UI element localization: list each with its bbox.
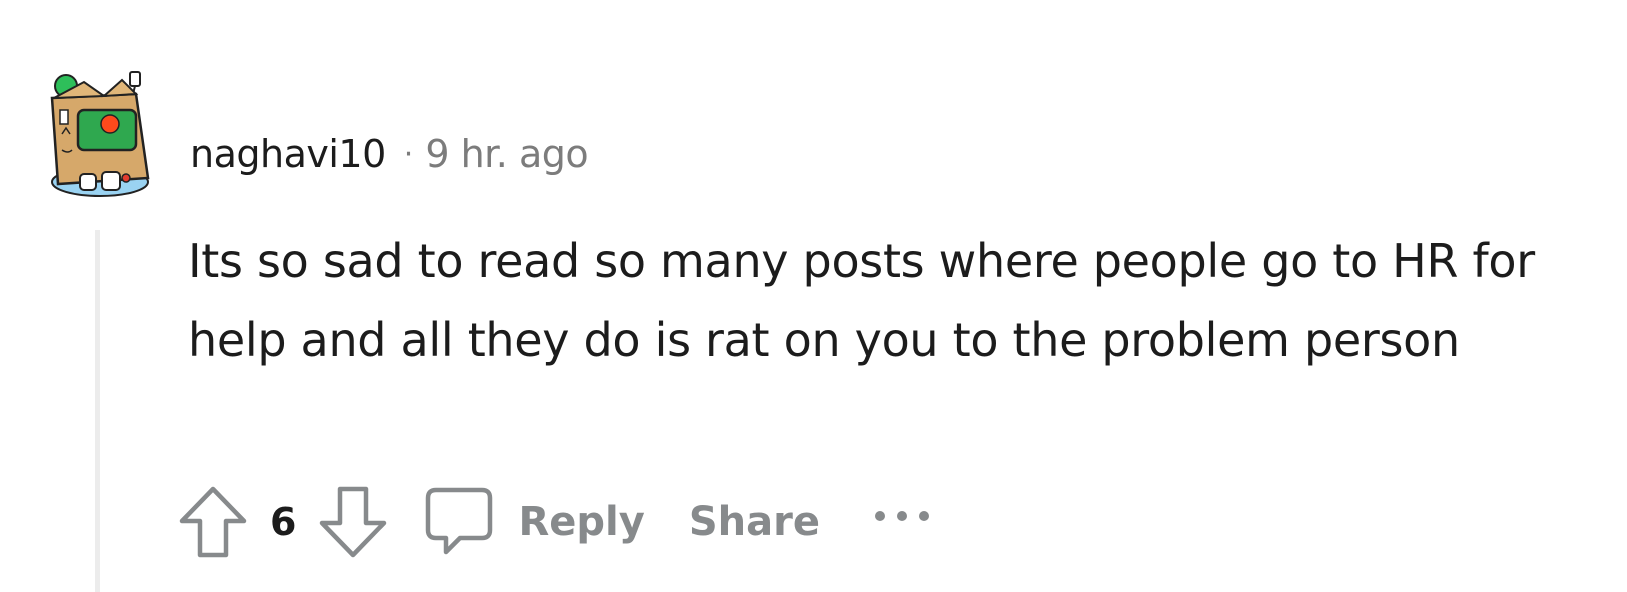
speech-bubble-icon (426, 487, 493, 555)
comment-header: naghavi10 · 9 hr. ago (190, 128, 589, 180)
upvote-arrow-icon[interactable] (178, 485, 248, 559)
comment-body: Its so sad to read so many posts where p… (188, 234, 1535, 367)
more-options-button[interactable] (872, 506, 932, 526)
username[interactable]: naghavi10 (190, 132, 386, 176)
thread-line[interactable] (95, 230, 100, 592)
comment: naghavi10 · 9 hr. ago Its so sad to read… (0, 0, 1627, 592)
reply-button[interactable]: Reply (424, 486, 645, 558)
timestamp[interactable]: 9 hr. ago (425, 132, 588, 176)
more-dots-icon (874, 511, 929, 521)
vote-score: 6 (270, 500, 297, 544)
reply-label: Reply (518, 499, 645, 545)
separator-dot: · (403, 136, 414, 172)
comment-actions: 6 Reply Share (178, 482, 932, 562)
share-button[interactable]: Share (689, 499, 820, 545)
downvote-arrow-icon[interactable] (318, 485, 388, 559)
avatar[interactable] (44, 68, 156, 200)
